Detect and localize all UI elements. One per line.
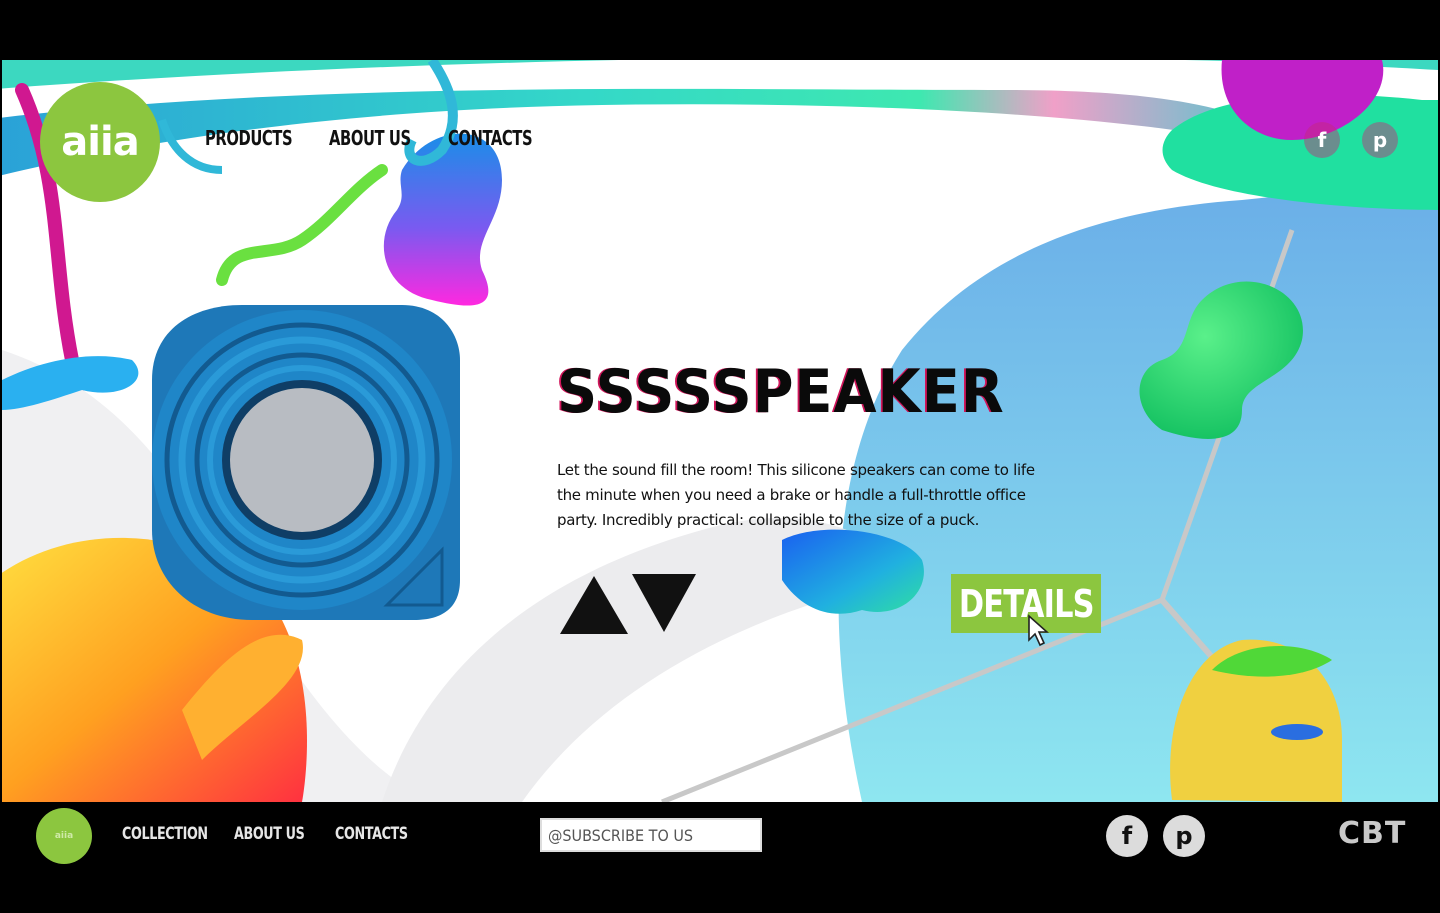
nav-contacts-link[interactable]: CONTACTS [448,126,533,150]
hero-background-art [2,60,1438,802]
pinterest-icon[interactable]: p [1362,122,1398,158]
brand-logo[interactable]: aiia [40,82,160,202]
hero-section [2,60,1438,802]
product-title: SSSSSPEAKER [557,357,1005,427]
mouse-cursor-icon [1028,614,1049,647]
footer-logo[interactable]: aiia [36,808,92,864]
facebook-icon[interactable]: f [1304,122,1340,158]
nav-about-us-link[interactable]: ABOUT US [329,126,411,150]
product-description: Let the sound fill the room! This silico… [557,461,1035,529]
carousel-arrows [560,571,700,641]
triangle-up-icon[interactable] [560,576,628,634]
speaker-illustration [152,305,460,620]
details-button[interactable]: DETAILS [951,574,1101,633]
brand-logo-text: aiia [61,119,139,165]
subscribe-input[interactable] [540,818,762,852]
footer-pinterest-icon[interactable]: p [1163,815,1205,857]
footer-facebook-icon[interactable]: f [1106,815,1148,857]
footer-nav-contacts-link[interactable]: CONTACTS [335,824,408,844]
watermark-logo: CBT [1338,816,1407,851]
triangle-down-icon[interactable] [632,574,696,632]
footer-nav-about-us-link[interactable]: ABOUT US [234,824,305,844]
footer-logo-text: aiia [54,831,74,841]
footer-nav-collection-link[interactable]: COLLECTION [122,824,208,844]
nav-products-link[interactable]: PRODUCTS [205,126,293,150]
details-button-label: DETAILS [958,581,1095,626]
